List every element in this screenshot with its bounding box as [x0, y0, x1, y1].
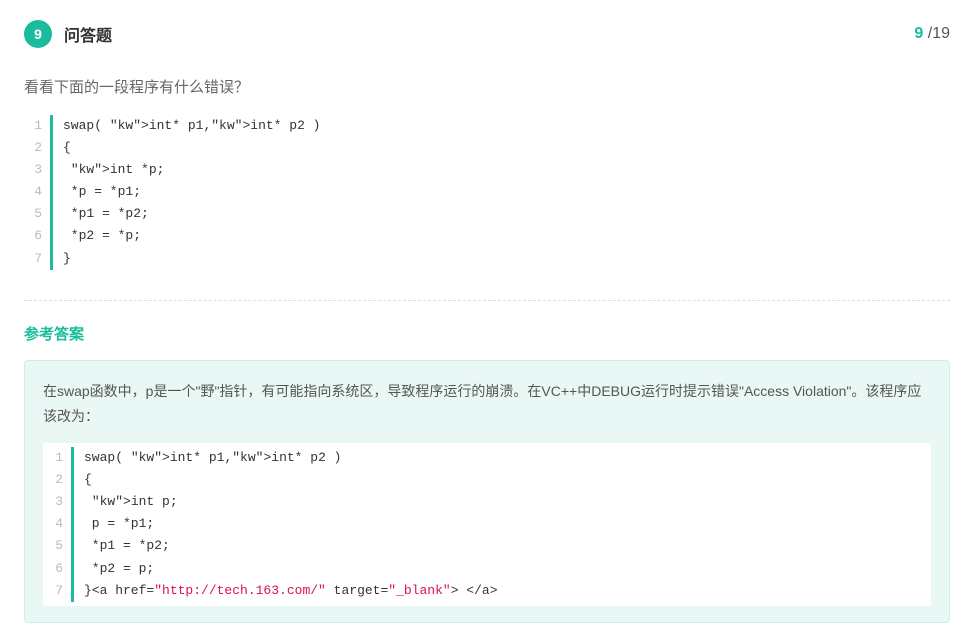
answer-code-block: 1234567 swap( "kw">int* p1,"kw">int* p2 …: [43, 443, 931, 606]
question-type-label: 问答题: [64, 22, 112, 46]
code-body: swap( "kw">int* p1,"kw">int* p2 ) { "kw"…: [71, 447, 498, 602]
question-number-badge: 9: [24, 20, 52, 48]
question-code-block: 1234567 swap( "kw">int* p1,"kw">int* p2 …: [24, 115, 950, 270]
answer-explanation: 在swap函数中，p是一个"野"指针，有可能指向系统区，导致程序运行的崩溃。在V…: [43, 379, 931, 429]
question-header: 9 问答题 9 /19: [24, 20, 950, 48]
code-body: swap( "kw">int* p1,"kw">int* p2 ) { "kw"…: [50, 115, 320, 270]
code-gutter: 1234567: [24, 115, 50, 270]
counter-total: 19: [932, 25, 950, 42]
question-prompt: 看看下面的一段程序有什么错误？: [24, 76, 950, 97]
counter-sep: /: [923, 25, 932, 42]
header-left: 9 问答题: [24, 20, 112, 48]
code-gutter: 1234567: [45, 447, 71, 602]
answer-title: 参考答案: [24, 323, 950, 344]
counter-current: 9: [914, 25, 923, 42]
question-counter: 9 /19: [914, 25, 950, 43]
answer-box: 在swap函数中，p是一个"野"指针，有可能指向系统区，导致程序运行的崩溃。在V…: [24, 360, 950, 623]
section-divider: [24, 300, 950, 301]
